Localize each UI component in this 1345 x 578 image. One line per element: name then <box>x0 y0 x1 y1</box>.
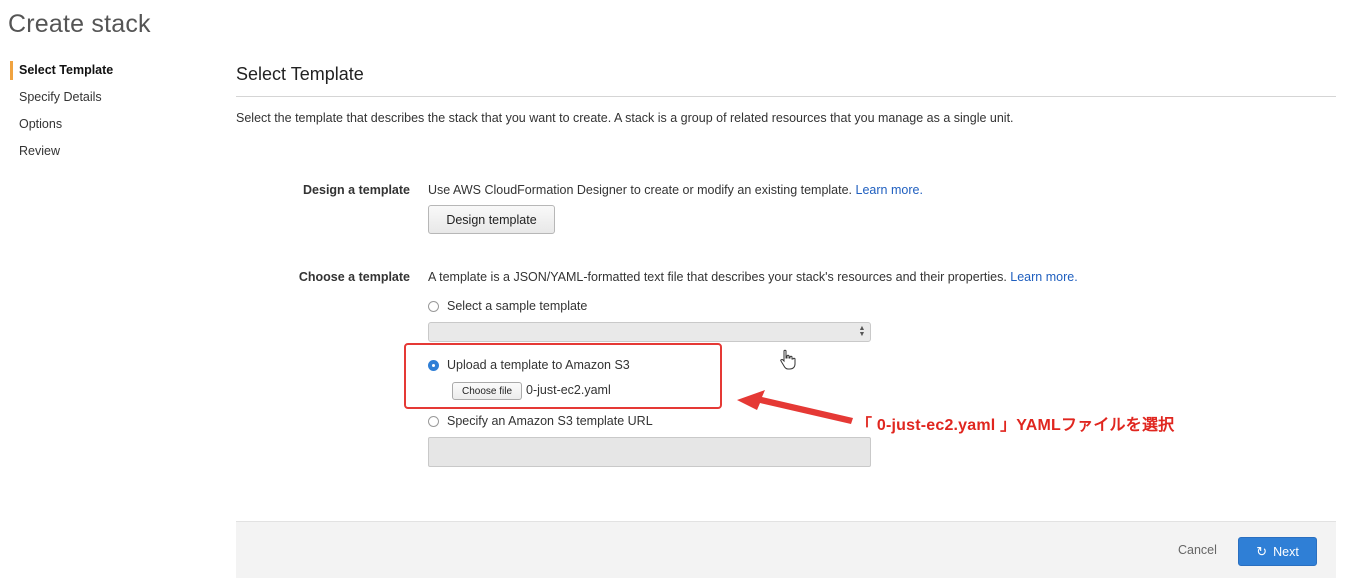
next-button-label: Next <box>1273 544 1299 559</box>
annotation-text: 「 0-just-ec2.yaml 」YAMLファイルを選択 <box>856 417 1175 434</box>
design-template-button[interactable]: Design template <box>428 205 555 234</box>
hand-cursor-icon <box>780 349 796 370</box>
choose-template-description: A template is a JSON/YAML-formatted text… <box>428 270 1078 284</box>
next-button[interactable]: ↻ Next <box>1238 537 1317 566</box>
page-title: Create stack <box>8 10 151 38</box>
section-description: Select the template that describes the s… <box>236 111 1014 125</box>
step-select-template[interactable]: Select Template <box>19 63 113 77</box>
section-divider <box>236 96 1336 97</box>
s3-url-input[interactable] <box>428 437 871 467</box>
step-review[interactable]: Review <box>19 144 60 158</box>
radio-upload-s3[interactable]: Upload a template to Amazon S3 <box>428 358 630 372</box>
radio-sample-template-control[interactable] <box>428 300 439 312</box>
radio-upload-s3-label: Upload a template to Amazon S3 <box>447 358 630 372</box>
active-step-marker <box>10 61 13 80</box>
step-specify-details[interactable]: Specify Details <box>19 90 102 104</box>
radio-upload-s3-control[interactable] <box>428 359 439 371</box>
red-arrow-icon <box>737 390 853 424</box>
radio-s3-url[interactable]: Specify an Amazon S3 template URL <box>428 414 653 428</box>
radio-s3-url-label: Specify an Amazon S3 template URL <box>447 414 653 428</box>
upload-highlight-box <box>404 343 722 409</box>
design-learn-more-link[interactable]: Learn more. <box>856 183 923 197</box>
design-template-text: Use AWS CloudFormation Designer to creat… <box>428 183 853 197</box>
step-options[interactable]: Options <box>19 117 62 131</box>
radio-s3-url-control[interactable] <box>428 415 439 427</box>
cancel-button[interactable]: Cancel <box>1178 543 1217 557</box>
design-template-description: Use AWS CloudFormation Designer to creat… <box>428 183 923 197</box>
selected-file-name: 0-just-ec2.yaml <box>526 383 611 397</box>
choose-template-text: A template is a JSON/YAML-formatted text… <box>428 270 1007 284</box>
radio-sample-template[interactable]: Select a sample template <box>428 299 587 313</box>
select-arrows-icon: ▲ ▼ <box>858 325 866 338</box>
sample-template-select[interactable]: ▲ ▼ <box>428 322 871 342</box>
choose-learn-more-link[interactable]: Learn more. <box>1010 270 1077 284</box>
radio-sample-template-label: Select a sample template <box>447 299 588 313</box>
refresh-icon: ↻ <box>1256 543 1268 559</box>
choose-template-label: Choose a template <box>298 270 410 284</box>
design-template-label: Design a template <box>303 183 410 197</box>
section-title: Select Template <box>236 64 364 84</box>
footer-bar <box>236 521 1336 578</box>
choose-file-button[interactable]: Choose file <box>452 382 522 400</box>
